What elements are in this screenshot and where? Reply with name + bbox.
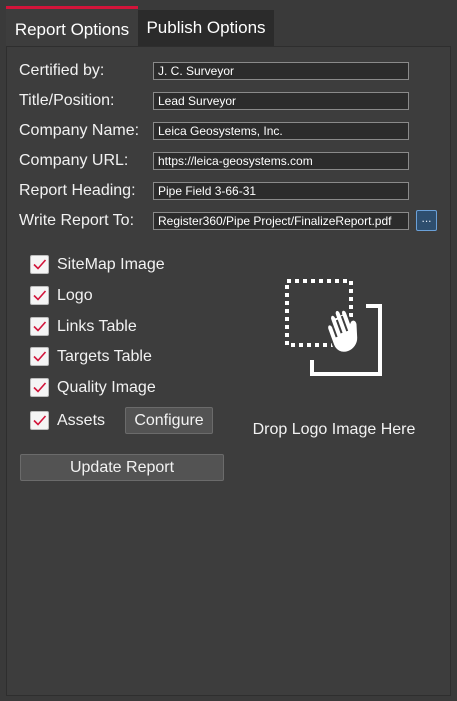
links-table-label: Links Table [57,318,137,335]
tab-bar: Report Options Publish Options [0,0,457,46]
sitemap-image-label: SiteMap Image [57,256,165,273]
checkbox-checked-icon[interactable] [30,286,49,305]
checkbox-checked-icon[interactable] [30,378,49,397]
update-report-button[interactable]: Update Report [20,454,224,481]
drag-drop-hand-icon[interactable] [282,276,386,383]
configure-button[interactable]: Configure [125,407,213,434]
checkbox-checked-icon[interactable] [30,317,49,336]
title-position-label: Title/Position: [19,92,115,109]
quality-image-label: Quality Image [57,379,156,396]
company-url-label: Company URL: [19,152,129,169]
company-name-label: Company Name: [19,122,140,139]
checkbox-checked-icon[interactable] [30,411,49,430]
drop-logo-text: Drop Logo Image Here [252,421,416,438]
company-name-field[interactable]: Leica Geosystems, Inc. [153,122,409,140]
targets-table-label: Targets Table [57,348,152,365]
checkbox-checked-icon[interactable] [30,347,49,366]
assets-label: Assets [57,412,106,429]
write-report-to-field[interactable]: Register360/Pipe Project/FinalizeReport.… [153,212,409,230]
checkbox-checked-icon[interactable] [30,255,49,274]
tab-report-options[interactable]: Report Options [6,6,138,46]
report-heading-label: Report Heading: [19,182,136,199]
tab-publish-options[interactable]: Publish Options [138,10,274,46]
company-url-field[interactable]: https://leica-geosystems.com [153,152,409,170]
title-position-field[interactable]: Lead Surveyor [153,92,409,110]
certified-by-label: Certified by: [19,62,105,79]
certified-by-field[interactable]: J. C. Surveyor [153,62,409,80]
browse-button[interactable]: ... [416,210,437,231]
logo-label: Logo [57,287,93,304]
report-heading-field[interactable]: Pipe Field 3-66-31 [153,182,409,200]
write-report-to-label: Write Report To: [19,212,135,229]
